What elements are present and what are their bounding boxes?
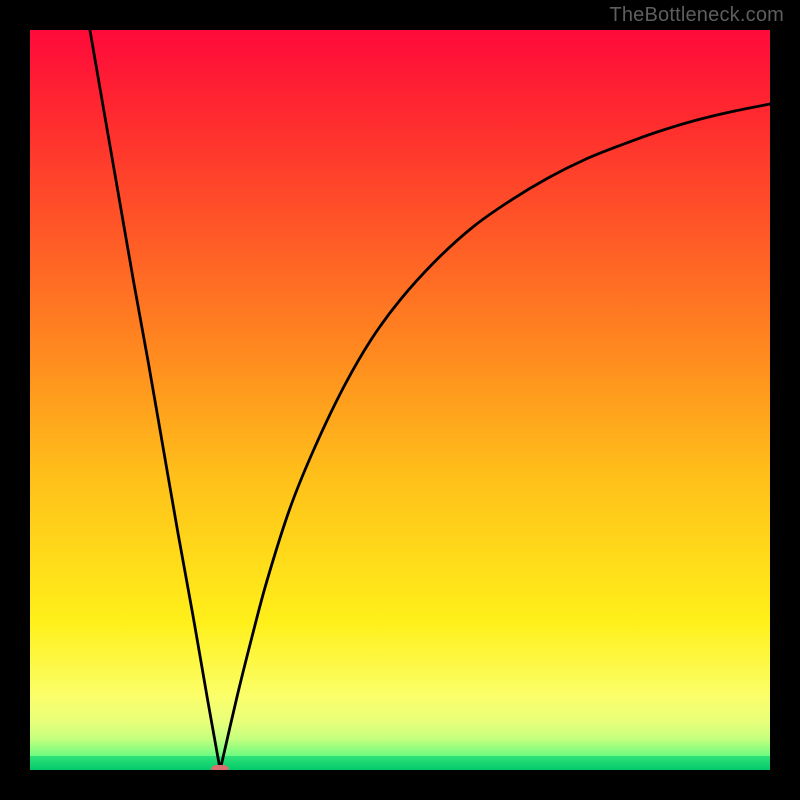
bottleneck-curve — [30, 30, 770, 770]
chart-frame: TheBottleneck.com — [0, 0, 800, 800]
plot-area — [30, 30, 770, 770]
watermark-text: TheBottleneck.com — [609, 4, 784, 27]
min-marker — [211, 765, 229, 770]
